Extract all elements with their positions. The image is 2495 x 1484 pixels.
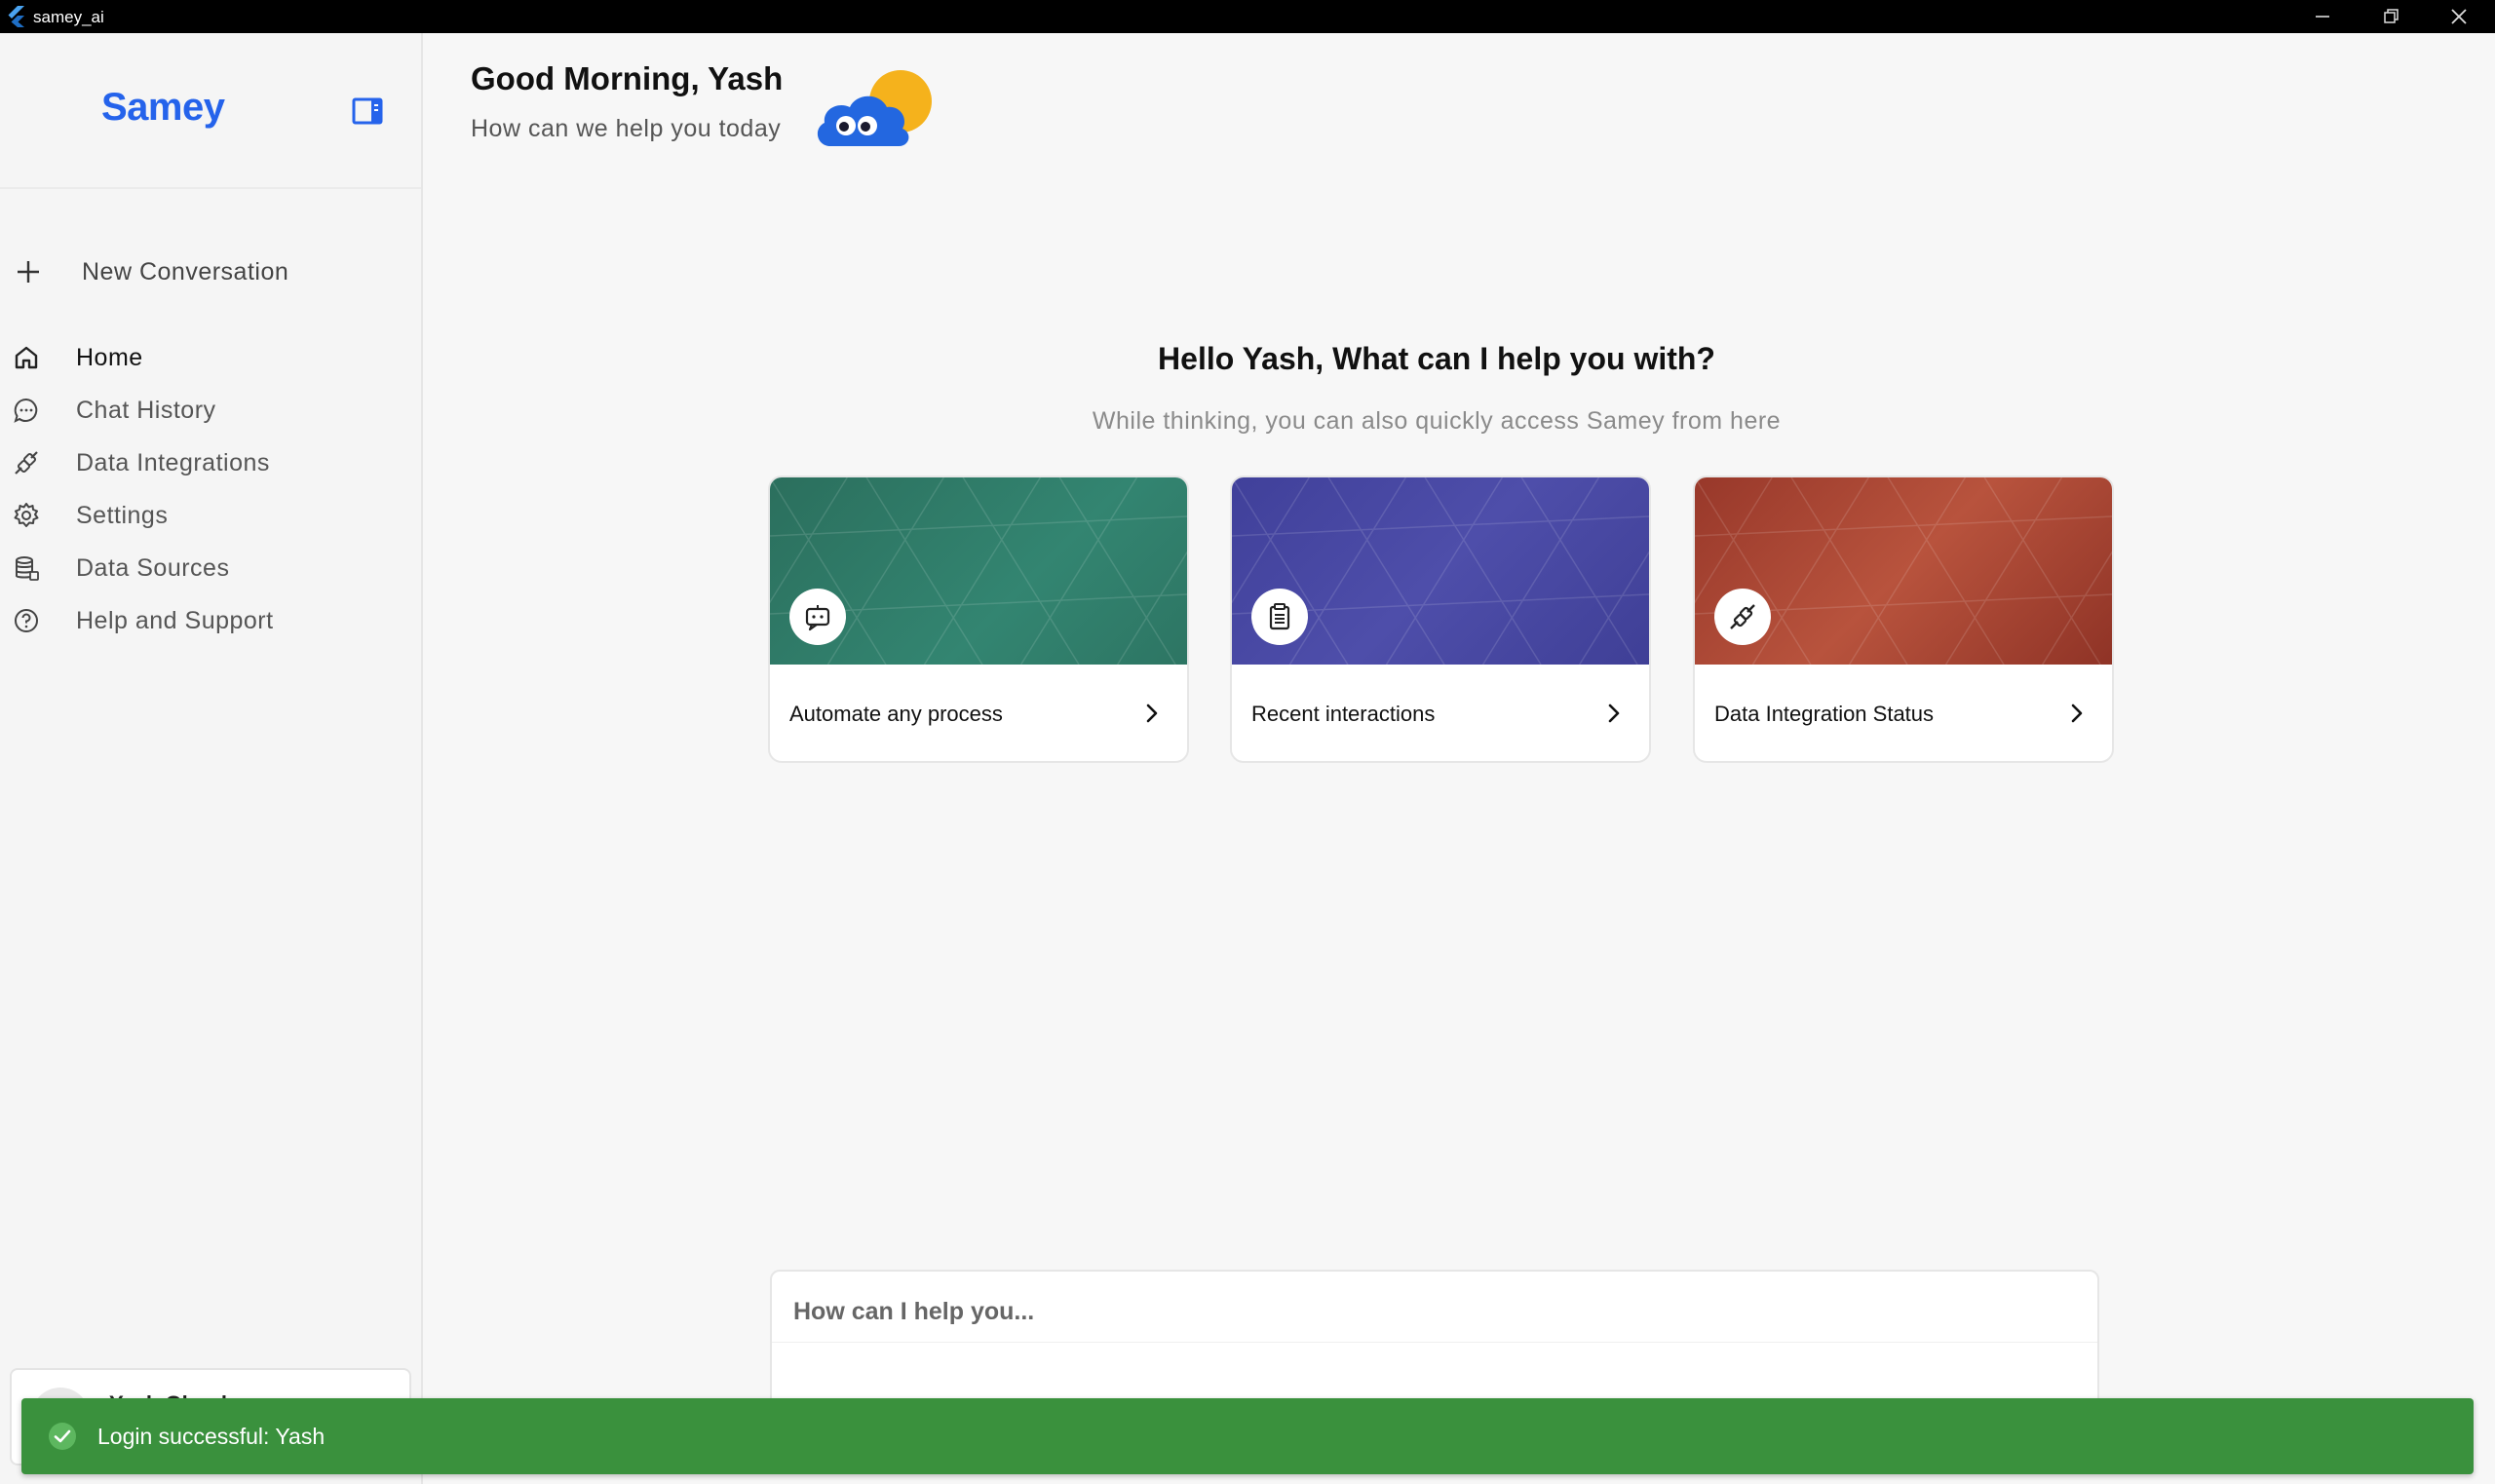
card-icon-badge (1714, 589, 1771, 645)
window-title: samey_ai (33, 8, 104, 26)
sidebar-item-label: Chat History (76, 396, 216, 424)
card-banner (770, 477, 1187, 665)
page-title: Good Morning, Yash (471, 60, 784, 96)
minimize-button[interactable] (2288, 0, 2357, 33)
toast-message: Login successful: Yash (97, 1423, 326, 1449)
gear-icon (10, 499, 43, 532)
sidebar-item-data-integrations[interactable]: Data Integrations (10, 438, 409, 487)
new-conversation-button[interactable]: New Conversation (12, 247, 402, 296)
sidebar-item-data-sources[interactable]: Data Sources (10, 544, 409, 592)
card-label: Automate any process (789, 702, 1003, 726)
sidebar-item-label: Home (76, 343, 143, 371)
chevron-right-icon (1608, 704, 1620, 723)
restore-icon (2384, 9, 2399, 23)
sidebar-toggle-icon[interactable] (351, 95, 384, 128)
help-circle-icon (10, 604, 43, 637)
recent-interactions-card[interactable]: Recent interactions (1230, 476, 1651, 763)
sidebar-item-label: Settings (76, 501, 169, 529)
card-icon-badge (1251, 589, 1308, 645)
composer-divider (772, 1342, 2097, 1343)
sidebar-item-help-and-support[interactable]: Help and Support (10, 596, 409, 645)
chevron-right-icon (2071, 704, 2083, 723)
card-banner (1695, 477, 2112, 665)
chevron-right-icon (1146, 704, 1158, 723)
hero-subtitle: While thinking, you can also quickly acc… (1092, 407, 1782, 435)
automate-process-card[interactable]: Automate any process (768, 476, 1189, 763)
card-label: Data Integration Status (1714, 702, 1935, 726)
sidebar-item-chat-history[interactable]: Chat History (10, 386, 409, 435)
card-icon-badge (789, 589, 846, 645)
sidebar: Samey New Conversation Home Chat History… (0, 33, 423, 1484)
login-success-toast: Login successful: Yash (21, 1398, 2474, 1474)
card-banner (1232, 477, 1649, 665)
cloud-sun-mascot-icon (817, 70, 932, 146)
restore-button[interactable] (2357, 0, 2425, 33)
close-icon (2451, 9, 2467, 24)
message-input[interactable] (793, 1289, 2060, 1334)
card-label: Recent interactions (1251, 702, 1436, 726)
minimize-icon (2316, 16, 2329, 18)
chat-bubble-icon (10, 394, 43, 427)
plus-icon (18, 261, 39, 283)
plug-icon (1730, 604, 1755, 629)
sidebar-divider (0, 187, 421, 189)
samey-logo: Samey (101, 86, 225, 129)
sidebar-item-home[interactable]: Home (10, 333, 409, 382)
data-integration-status-card[interactable]: Data Integration Status (1693, 476, 2114, 763)
new-conversation-label: New Conversation (82, 257, 289, 285)
check-circle-icon (49, 1423, 76, 1450)
sidebar-item-label: Data Sources (76, 553, 230, 582)
home-icon (10, 341, 43, 374)
database-icon (10, 552, 43, 585)
page-subtitle: How can we help you today (471, 115, 782, 142)
plug-icon (10, 446, 43, 479)
bot-chat-icon (805, 605, 830, 631)
clipboard-icon (1269, 603, 1290, 630)
flutter-app-icon (8, 6, 24, 27)
sidebar-item-label: Data Integrations (76, 448, 270, 476)
window-title-bar: samey_ai (0, 0, 2495, 33)
sidebar-item-label: Help and Support (76, 606, 274, 634)
sidebar-item-settings[interactable]: Settings (10, 491, 409, 540)
close-button[interactable] (2425, 0, 2493, 33)
hero-title: Hello Yash, What can I help you with? (1158, 341, 1715, 376)
